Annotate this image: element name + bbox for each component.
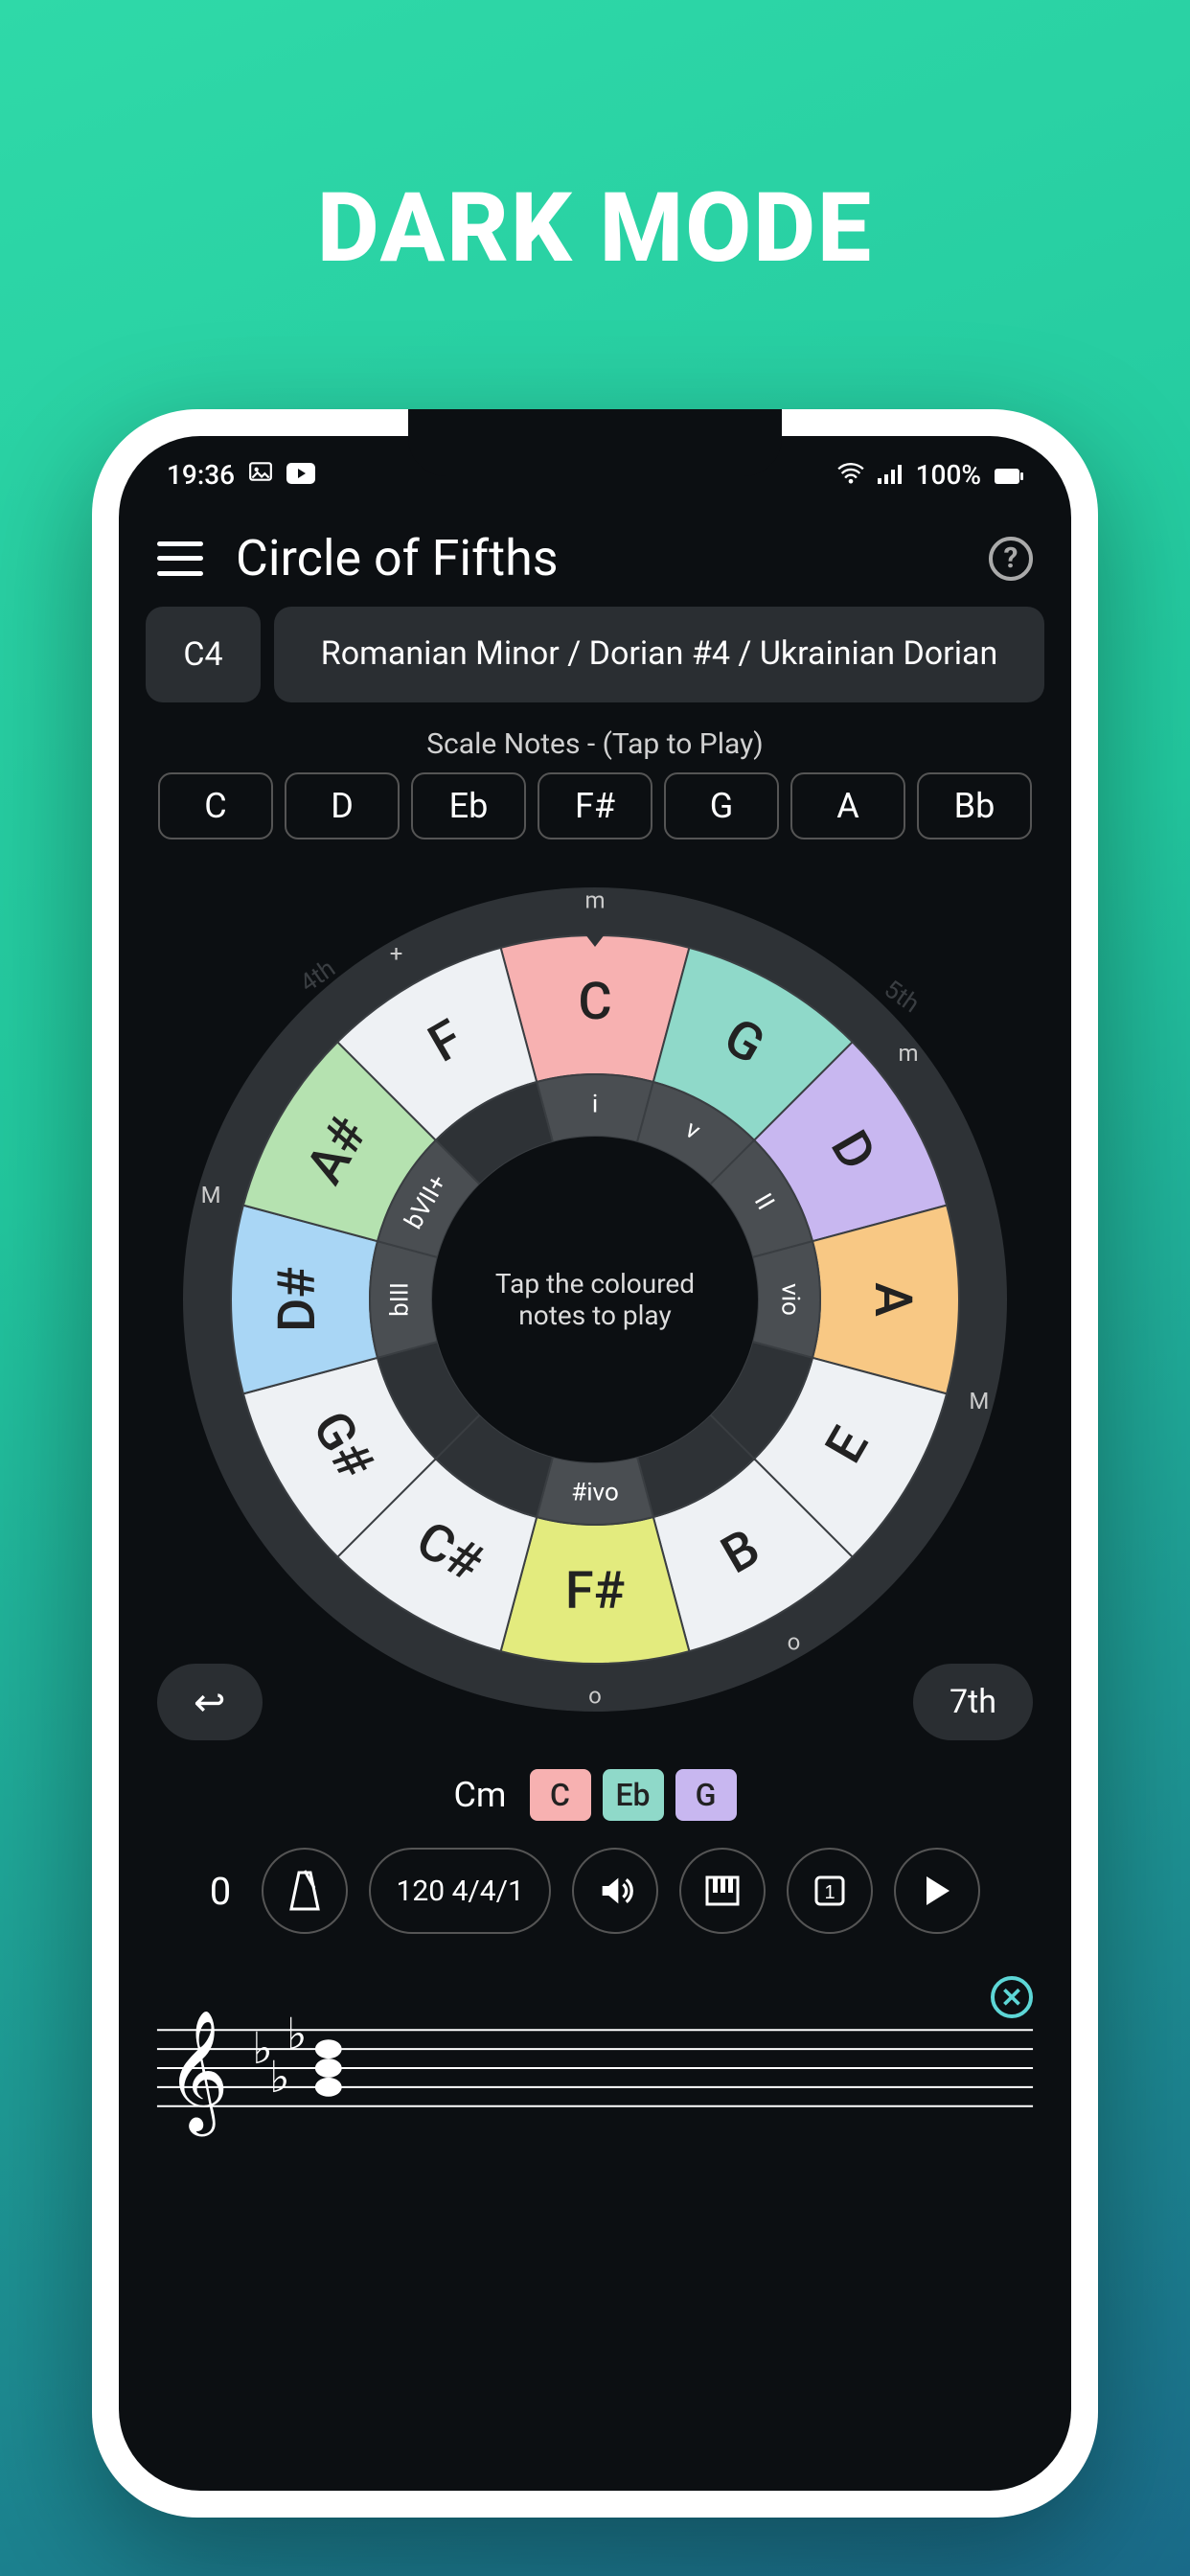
status-time: 19:36 [167,459,235,491]
app-screen: 19:36 100% [119,436,1071,2491]
scale-note-button[interactable]: A [790,772,905,840]
svg-text:♭: ♭ [286,2010,308,2058]
promo-title: DARK MODE [317,172,873,285]
chord-display: Cm CEbG [119,1769,1071,1821]
svg-text:M: M [969,1388,989,1414]
beat-count: 0 [210,1869,231,1914]
svg-text:vio: vio [776,1283,805,1316]
phone-frame: 19:36 100% [92,409,1098,2518]
svg-text:o: o [788,1629,801,1656]
svg-text:#ivo: #ivo [571,1478,619,1506]
tempo-signature-button[interactable]: 120 4/4/1 [369,1848,551,1934]
scale-notes-row: CDEbF#GABb [119,772,1071,840]
wifi-icon [837,459,864,491]
play-button[interactable] [894,1848,980,1934]
scale-note-button[interactable]: Bb [917,772,1032,840]
svg-text:o: o [588,1682,602,1709]
scale-note-button[interactable]: Eb [411,772,526,840]
piano-button[interactable] [679,1848,766,1934]
status-bar: 19:36 100% [119,436,1071,491]
help-icon[interactable]: ? [989,537,1033,581]
svg-text:1: 1 [825,1882,835,1903]
battery-icon [995,459,1023,491]
svg-text:m: m [899,1040,919,1067]
svg-text:M: M [201,1182,221,1208]
svg-text:♭: ♭ [269,2053,290,2102]
svg-text:A: A [862,1282,923,1317]
loop-one-button[interactable]: 1 [787,1848,873,1934]
chord-name: Cm [453,1775,506,1815]
music-staff: ✕ 𝄞 ♭ ♭ ♭ [148,1982,1042,2154]
close-staff-icon[interactable]: ✕ [991,1976,1033,2018]
chord-note-chip: C [530,1769,591,1821]
circle-of-fifths-wheel[interactable]: CGDAEBF#C#G#D#A#FivIIvio#ivobIIIbVII+mmM… [164,868,1026,1731]
svg-text:m: m [584,886,605,913]
scale-note-button[interactable]: F# [538,772,652,840]
app-bar: Circle of Fifths ? [119,491,1071,607]
chord-note-chip: Eb [603,1769,664,1821]
app-title: Circle of Fifths [236,529,956,587]
youtube-icon [286,459,315,491]
status-battery: 100% [916,459,981,491]
svg-text:D#: D# [267,1267,328,1332]
scale-note-button[interactable]: G [664,772,779,840]
metronome-button[interactable] [262,1848,348,1934]
scale-selector[interactable]: Romanian Minor / Dorian #4 / Ukrainian D… [274,607,1044,702]
wheel-center-hint: Tap the coloured notes to play [490,1268,700,1331]
chord-note-chip: G [675,1769,737,1821]
image-icon [248,459,273,491]
scale-notes-label: Scale Notes - (Tap to Play) [119,727,1071,761]
root-selector[interactable]: C4 [146,607,261,702]
svg-text:bIII: bIII [385,1282,414,1317]
svg-text:𝄞: 𝄞 [167,2012,229,2137]
svg-text:+: + [390,940,403,967]
scale-note-button[interactable]: C [158,772,273,840]
volume-button[interactable] [572,1848,658,1934]
menu-icon[interactable] [157,541,203,576]
scale-note-button[interactable]: D [285,772,400,840]
svg-text:i: i [592,1090,598,1118]
playback-controls: 0 120 4/4/1 1 [119,1848,1071,1934]
svg-text:F#: F# [565,1561,625,1622]
signal-icon [878,459,903,491]
svg-text:C: C [578,972,611,1032]
